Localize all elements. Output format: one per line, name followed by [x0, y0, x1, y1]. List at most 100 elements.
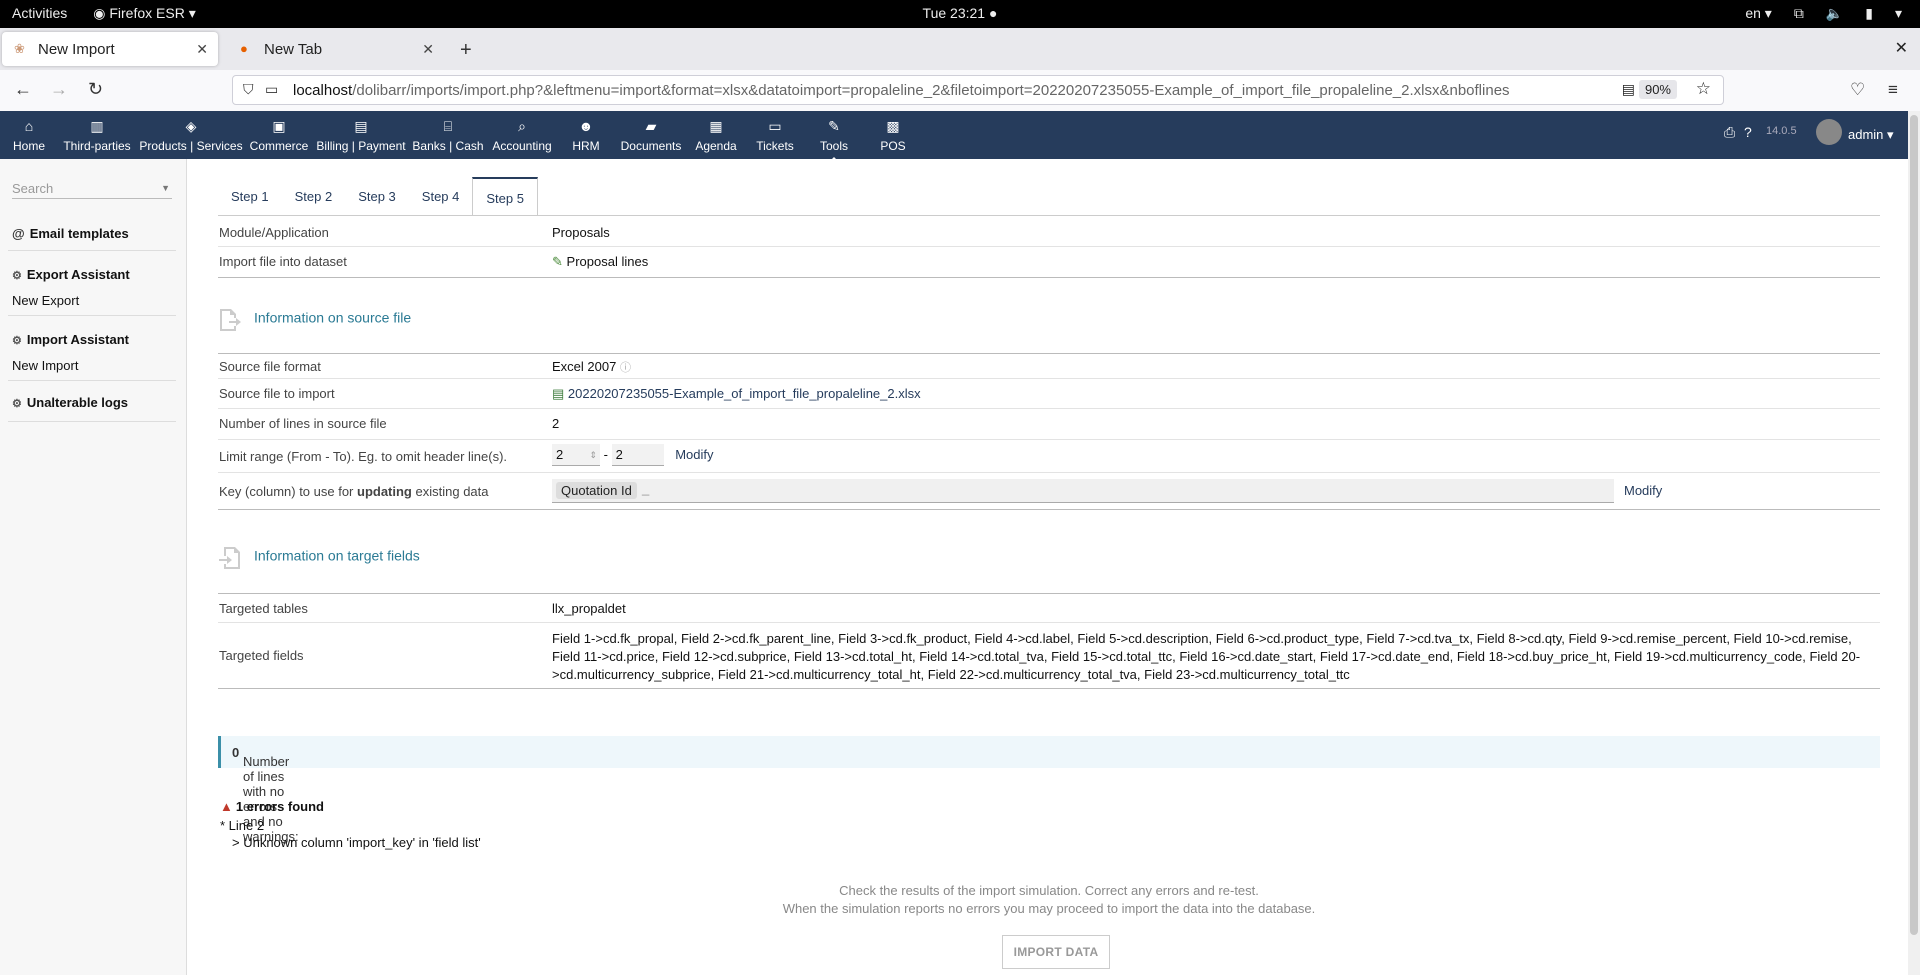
user-menu[interactable]: admin ▾	[1848, 127, 1894, 143]
sidebar-item-new-import[interactable]: New Import	[12, 358, 78, 373]
key-chip-quotation-id[interactable]: Quotation Id	[556, 482, 637, 499]
menu-banks-cash[interactable]: ⌸ Banks | Cash	[412, 117, 484, 153]
volume-icon[interactable]: 🔈	[1826, 5, 1843, 22]
battery-icon[interactable]: ▮	[1865, 5, 1873, 22]
clock[interactable]: Tue 23:21 ●	[0, 5, 1920, 21]
reader-view-icon[interactable]: ▤	[1622, 81, 1635, 98]
back-arrow-icon[interactable]: ←	[14, 79, 32, 100]
close-window-icon[interactable]: ✕	[1895, 38, 1908, 58]
tab-step-5[interactable]: Step 5	[472, 177, 538, 216]
menu-tools[interactable]: ✎ Tools	[814, 117, 854, 163]
browser-tab-new-import[interactable]: ❀ New Import ✕	[2, 32, 218, 66]
printer-icon[interactable]: ⎙	[1724, 124, 1735, 141]
tab-step-3[interactable]: Step 3	[345, 177, 409, 216]
divider	[8, 380, 176, 381]
network-icon[interactable]: ⧉	[1794, 5, 1804, 22]
pocket-icon[interactable]: ♡	[1850, 80, 1865, 100]
source-file-link[interactable]: ▤ 20220207235055-Example_of_import_file_…	[552, 386, 921, 402]
menu-billing-payment[interactable]: ▤ Billing | Payment	[315, 117, 407, 153]
sidebar-item-new-export[interactable]: New Export	[12, 293, 79, 308]
system-menu-chevron-icon[interactable]: ▾	[1895, 5, 1902, 22]
menu-hrm[interactable]: ☻ HRM	[567, 117, 605, 153]
info-icon[interactable]: ⓘ	[620, 362, 631, 374]
tab-step-1[interactable]: Step 1	[218, 177, 282, 216]
menu-pos[interactable]: ▩ POS	[874, 117, 912, 153]
info-box: Number of lines with no errors and no wa…	[218, 736, 1880, 844]
page-info-icon[interactable]: ▭	[265, 81, 278, 98]
file-export-icon	[218, 308, 241, 331]
proposal-lines-icon: ✎	[552, 254, 563, 269]
language-indicator[interactable]: en ▾	[1745, 5, 1772, 22]
sidebar-item-import-assistant[interactable]: ⚙ Import Assistant	[12, 332, 129, 347]
sidebar-item-export-assistant[interactable]: ⚙ Export Assistant	[12, 267, 130, 282]
menu-agenda[interactable]: ▦ Agenda	[692, 117, 740, 153]
calendar-icon: ▦	[709, 118, 723, 134]
url-text[interactable]: localhost/dolibarr/imports/import.php?&l…	[293, 82, 1613, 99]
num-lines-row: Number of lines in source file 2	[218, 409, 1880, 440]
version-label: 14.0.5	[1766, 125, 1797, 137]
url-bar[interactable]: ⛉ ▭ localhost/dolibarr/imports/import.ph…	[232, 75, 1724, 105]
key-multiselect[interactable]: Quotation Id _	[552, 479, 1614, 503]
reload-icon[interactable]: ↻	[88, 79, 103, 100]
new-tab-plus-icon[interactable]: +	[460, 39, 472, 62]
menu-third-parties[interactable]: ▥ Third-parties	[62, 117, 132, 153]
sidebar-item-email-templates[interactable]: @ Email templates	[12, 226, 129, 241]
import-data-button[interactable]: IMPORT DATA	[1002, 935, 1110, 969]
file-import-icon	[218, 546, 240, 569]
left-sidebar: Search ▼ @ Email templates ⚙ Export Assista…	[0, 159, 187, 975]
errors-block: ▲ 1 errors found * Line 2 > Unknown colum…	[220, 799, 481, 850]
divider	[218, 215, 1880, 216]
avatar[interactable]	[1816, 119, 1842, 145]
source-file-row: Source file to import ▤ 20220207235055-E…	[218, 378, 1880, 409]
targeted-tables-row: Targeted tables llx_propaldet	[218, 593, 1880, 623]
tab-step-2[interactable]: Step 2	[282, 177, 346, 216]
stepper-arrows-icon[interactable]: ⇕	[589, 444, 597, 466]
zoom-level[interactable]: 90%	[1638, 80, 1677, 99]
menu-products-services[interactable]: ◈ Products | Services	[139, 117, 243, 153]
tracking-shield-icon[interactable]: ⛉	[243, 81, 254, 98]
key-row: Key (column) to use for updating existin…	[218, 473, 1880, 510]
simulation-note: Check the results of the import simulati…	[782, 883, 1316, 916]
scrollbar-thumb[interactable]	[1910, 115, 1918, 935]
sidebar-item-unalterable-logs[interactable]: ⚙ Unalterable logs	[12, 395, 128, 410]
firefox-favicon-icon: ●	[240, 41, 248, 56]
bank-icon: ⌸	[443, 118, 453, 134]
cash-register-icon: ▩	[886, 118, 900, 134]
gears-icon: ⚙	[12, 398, 22, 410]
chevron-down-icon: ▼	[161, 183, 170, 193]
menu-commerce[interactable]: ▣ Commerce	[249, 117, 309, 153]
cube-icon: ◈	[185, 118, 197, 134]
hamburger-menu-icon[interactable]: ≡	[1888, 80, 1898, 100]
forward-arrow-icon[interactable]: →	[50, 79, 68, 100]
menu-accounting[interactable]: ⌕ Accounting	[489, 117, 555, 153]
key-modify-link[interactable]: Modify	[1624, 483, 1662, 498]
folder-icon: ▰	[645, 118, 657, 134]
source-format-row: Source file format Excel 2007 ⓘ	[218, 353, 1880, 379]
menu-documents[interactable]: ▰ Documents	[618, 117, 684, 153]
tab-step-4[interactable]: Step 4	[409, 177, 473, 216]
search-input[interactable]: Search ▼	[12, 181, 172, 199]
menu-home[interactable]: ⌂ Home	[10, 117, 48, 153]
browser-tab-new-tab[interactable]: ● New Tab ✕	[228, 32, 444, 66]
search-dollar-icon: ⌕	[518, 118, 526, 134]
menu-tickets[interactable]: ▭ Tickets	[748, 117, 802, 153]
limit-range-row: Limit range (From - To). Eg. to omit hea…	[218, 440, 1880, 473]
ticket-icon: ▭	[768, 118, 782, 134]
help-icon[interactable]: ?	[1744, 124, 1752, 140]
page-scrollbar[interactable]	[1908, 111, 1920, 975]
divider	[8, 250, 176, 251]
money-icon: ▤	[354, 118, 368, 134]
at-icon: @	[12, 226, 25, 241]
step-tabs: Step 1 Step 2 Step 3 Step 4 Step 5	[218, 177, 538, 216]
limit-from-stepper[interactable]: 2 ⇕	[552, 444, 600, 466]
browser-nav-bar: ← → ↻ ⛉ ▭ localhost/dolibarr/imports/imp…	[0, 70, 1920, 112]
module-row: Module/Application Proposals	[218, 218, 1880, 247]
warning-icon: ▲	[220, 799, 233, 814]
limit-to-input[interactable]: 2	[611, 444, 664, 466]
targeted-fields-row: Targeted fields Field 1->cd.fk_propal, F…	[218, 622, 1880, 689]
bookmark-star-icon[interactable]: ☆	[1696, 79, 1711, 99]
close-tab-icon[interactable]: ✕	[196, 41, 208, 58]
close-tab-icon[interactable]: ✕	[422, 41, 434, 58]
limit-modify-link[interactable]: Modify	[675, 447, 713, 462]
home-icon: ⌂	[24, 118, 34, 134]
